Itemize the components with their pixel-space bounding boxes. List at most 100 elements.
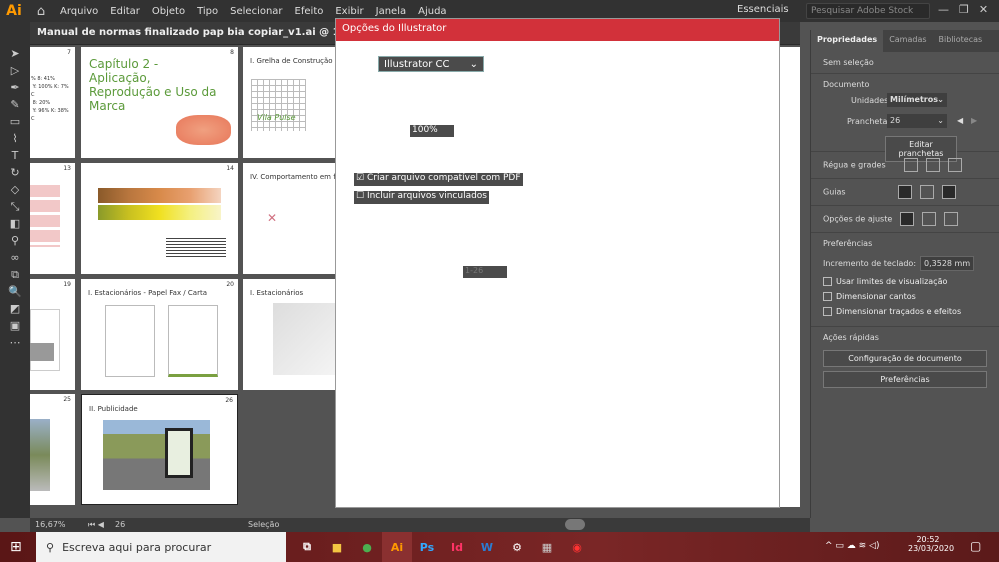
tab-camadas[interactable]: Camadas — [883, 30, 932, 52]
units-dropdown[interactable]: Milímetros ⌄ — [887, 93, 947, 107]
screen-mode-icon[interactable]: ▣ — [10, 318, 20, 333]
artboard-20[interactable]: 20 I. Estacionários - Papel Fax / Carta — [81, 279, 238, 390]
artboard-behavior[interactable]: IV. Comportamento em fu ✕ — [243, 163, 340, 274]
version-dropdown[interactable]: Illustrator CC ⌄ — [378, 56, 484, 72]
artboard-7[interactable]: 7% 8: 41% Y: 100% K: 7% C 8: 20% Y: 96% … — [30, 47, 75, 158]
creative-cloud-icon[interactable]: ◉ — [562, 532, 592, 562]
menu-exibir[interactable]: Exibir — [329, 6, 369, 17]
preferences-button[interactable]: Preferências — [823, 371, 987, 388]
linked-files-checkbox[interactable]: ☐ Incluir arquivos vinculados — [354, 191, 489, 204]
show-guides-icon[interactable] — [897, 185, 912, 199]
menu-ajuda[interactable]: Ajuda — [412, 6, 452, 17]
cross-icon: ✕ — [267, 211, 278, 225]
artboard-grid[interactable]: I. Grelha de Construção Vila Pulse — [243, 47, 335, 158]
scale-strokes-checkbox[interactable]: Dimensionar traçados e efeitos — [823, 307, 987, 316]
next-artboard-icon[interactable]: ▶ — [971, 116, 977, 125]
settings-icon[interactable]: ⚙ — [502, 532, 532, 562]
selection-tool-icon[interactable]: ➤ — [10, 46, 19, 61]
app-icon[interactable]: ▦ — [532, 532, 562, 562]
zoom-level[interactable]: 16,67% — [35, 520, 66, 529]
artboard-tool-icon[interactable]: ⧉ — [11, 267, 19, 282]
tab-propriedades[interactable]: Propriedades — [811, 30, 884, 52]
menu-editar[interactable]: Editar — [104, 6, 146, 17]
subset-fonts-input[interactable]: 100% — [410, 125, 454, 137]
more-tools-icon[interactable]: ⋯ — [10, 335, 21, 350]
pen-tool-icon[interactable]: ✒ — [10, 80, 19, 95]
artboard-19[interactable]: 19 — [30, 279, 75, 390]
zoom-tool-icon[interactable]: 🔍 — [8, 284, 22, 299]
word-icon[interactable]: W — [472, 532, 502, 562]
keyboard-increment-input[interactable]: 0,3528 mm — [920, 256, 975, 271]
type-tool-icon[interactable]: T — [12, 148, 19, 163]
body-text — [166, 238, 226, 258]
minimize-icon[interactable]: — — [938, 3, 949, 16]
menu-arquivo[interactable]: Arquivo — [54, 6, 104, 17]
notifications-icon[interactable]: ▢ — [970, 539, 981, 553]
artboard-26[interactable]: 26 II. Publicidade — [81, 394, 238, 505]
chapter-title: Capítulo 2 - Aplicação, Reprodução e Uso… — [89, 57, 217, 113]
artboard-nav-icon[interactable]: ⏮ ◀ — [88, 520, 104, 530]
chevron-down-icon: ⌄ — [937, 116, 944, 125]
rotate-tool-icon[interactable]: ↻ — [10, 165, 19, 180]
restore-icon[interactable]: ❐ — [959, 3, 969, 16]
transparency-grid-icon[interactable] — [947, 158, 962, 172]
system-tray-icons[interactable]: ^ ▭ ☁ ≋ ◁) — [825, 541, 879, 551]
menu-tipo[interactable]: Tipo — [191, 6, 224, 17]
previous-artboard-icon[interactable]: ◀ — [957, 116, 963, 125]
checkbox-checked-icon: ☑ — [356, 173, 365, 183]
brush-tool-icon[interactable]: ⌇ — [12, 131, 17, 146]
document-setup-button[interactable]: Configuração de documento — [823, 350, 987, 367]
task-view-icon[interactable]: ⧉ — [292, 532, 322, 562]
gradient-tool-icon[interactable]: ◧ — [10, 216, 20, 231]
workspace-switcher[interactable]: Essenciais — [737, 4, 789, 15]
scale-tool-icon[interactable]: ⤡ — [11, 199, 20, 214]
snap-to-pixel-icon[interactable] — [922, 212, 937, 226]
windows-start-icon[interactable]: ⊞ — [10, 539, 22, 555]
scale-corners-checkbox[interactable]: Dimensionar cantos — [823, 292, 987, 301]
blend-tool-icon[interactable]: ∞ — [10, 250, 19, 265]
artboard-dropdown[interactable]: 26 ⌄ — [887, 114, 947, 128]
eraser-tool-icon[interactable]: ◇ — [11, 182, 19, 197]
lock-guides-icon[interactable] — [919, 185, 934, 199]
photoshop-icon[interactable]: Ps — [412, 532, 442, 562]
rulers-icon[interactable] — [903, 158, 918, 172]
snap-to-point-icon[interactable] — [900, 212, 915, 226]
dialog-title: Opções do Illustrator — [336, 19, 779, 41]
close-icon[interactable]: ✕ — [979, 3, 988, 16]
taskbar-search[interactable]: ⚲ Escreva aqui para procurar — [36, 532, 286, 562]
stock-search-input[interactable]: Pesquisar Adobe Stock — [806, 3, 930, 19]
direct-selection-tool-icon[interactable]: ▷ — [11, 63, 19, 78]
artboard-13[interactable]: 13 — [30, 163, 75, 274]
checkbox-label: Dimensionar traçados e efeitos — [836, 307, 962, 316]
rectangle-tool-icon[interactable]: ▭ — [10, 114, 20, 129]
file-explorer-icon[interactable]: ■ — [322, 532, 352, 562]
grid-icon[interactable] — [925, 158, 940, 172]
curvature-tool-icon[interactable]: ✎ — [10, 97, 19, 112]
menu-janela[interactable]: Janela — [370, 6, 412, 17]
menu-efeito[interactable]: Efeito — [289, 6, 330, 17]
tab-bibliotecas[interactable]: Bibliotecas — [933, 30, 989, 52]
horizontal-scrollbar[interactable] — [565, 519, 585, 530]
artboard-8[interactable]: 8 Capítulo 2 - Aplicação, Reprodução e Us… — [81, 47, 238, 158]
pdf-compatible-checkbox[interactable]: ☑ Criar arquivo compatível com PDF — [354, 173, 523, 186]
clock[interactable]: 20:52 23/03/2020 — [908, 535, 954, 553]
indesign-icon[interactable]: Id — [442, 532, 472, 562]
menu-objeto[interactable]: Objeto — [146, 6, 191, 17]
artboard-stationery[interactable]: I. Estacionários — [243, 279, 335, 390]
snap-to-glyph-icon[interactable] — [944, 212, 959, 226]
illustrator-taskbar-icon[interactable]: Ai — [382, 532, 412, 562]
smart-guides-icon[interactable] — [941, 185, 956, 199]
artboard-number[interactable]: 26 — [115, 520, 125, 529]
artboard-25[interactable]: 25 — [30, 394, 75, 505]
range-input[interactable]: 1-26 — [463, 266, 507, 278]
fill-stroke-icon[interactable]: ◩ — [10, 301, 20, 316]
menu-selecionar[interactable]: Selecionar — [224, 6, 288, 17]
artboard-14[interactable]: 14 — [81, 163, 238, 274]
checkbox-unchecked-icon: ☐ — [356, 191, 365, 201]
home-icon[interactable]: ⌂ — [28, 4, 54, 19]
eyedropper-tool-icon[interactable]: ⚲ — [11, 233, 19, 248]
preferences-heading: Preferências — [823, 239, 873, 248]
chrome-icon[interactable]: ● — [352, 532, 382, 562]
use-preview-bounds-checkbox[interactable]: Usar limites de visualização — [823, 277, 987, 286]
checkbox-label: Incluir arquivos vinculados — [366, 191, 487, 201]
